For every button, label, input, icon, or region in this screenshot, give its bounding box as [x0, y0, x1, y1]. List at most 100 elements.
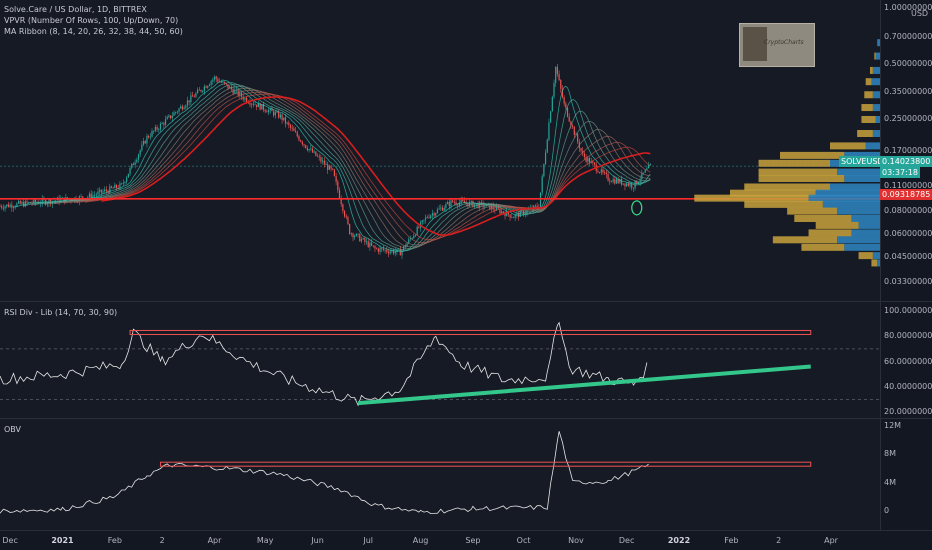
vpvr-bar-down: [780, 151, 845, 159]
ma-ribbon-legend[interactable]: MA Ribbon (8, 14, 20, 26, 32, 38, 44, 50…: [4, 26, 183, 37]
candle-body: [333, 169, 336, 177]
vpvr-bar-down: [694, 194, 809, 202]
chart-canvas[interactable]: [0, 0, 932, 550]
candle-body: [148, 136, 150, 138]
candle-body: [399, 248, 401, 256]
candle-body: [171, 115, 173, 119]
candle-body: [577, 134, 579, 142]
candle-body: [501, 211, 503, 214]
candle-body: [602, 169, 604, 173]
candle-body: [180, 106, 182, 109]
candle-body: [276, 111, 278, 113]
candle-body: [104, 189, 106, 192]
symbol-title[interactable]: Solve.Care / US Dollar, 1D, BITTREX: [4, 4, 183, 15]
candle-body: [288, 122, 290, 125]
candle-body: [197, 89, 199, 94]
vpvr-bar-up: [837, 207, 880, 215]
candle-body: [622, 183, 624, 185]
candle-body: [134, 162, 136, 165]
candle-body: [624, 183, 626, 187]
candle-body: [286, 122, 288, 124]
candle-body: [132, 163, 135, 165]
candle-body: [149, 136, 151, 138]
ma-ribbon-line-60: [101, 96, 651, 236]
time-axis-tick: May: [256, 536, 274, 545]
candle-body: [350, 233, 352, 235]
candle-body: [254, 104, 256, 106]
candle-body: [550, 111, 552, 123]
candle-body: [198, 89, 200, 91]
candle-body: [605, 172, 607, 175]
candle-body: [354, 236, 356, 238]
candle-body: [1, 206, 3, 208]
vpvr-bar-down: [874, 52, 876, 60]
candle-body: [327, 164, 329, 170]
candle-body: [161, 123, 163, 124]
rsi-resistance-line: [129, 329, 812, 335]
candle-body: [202, 91, 204, 92]
price-axis-tick: 0.06000000: [884, 229, 932, 239]
price-axis-tick: 0.25000000: [884, 114, 932, 124]
vpvr-bar-down: [758, 159, 830, 167]
candle-body: [448, 202, 450, 207]
rsi-axis-tick: 40.00000000: [884, 381, 932, 391]
candle-body: [124, 181, 126, 183]
candle-body: [370, 242, 373, 246]
time-axis-tick: Nov: [568, 536, 584, 545]
rsi-axis-tick: 80.00000000: [884, 331, 932, 341]
candle-body: [544, 152, 547, 164]
ma-ribbon-line-14: [23, 82, 651, 252]
candle-body: [359, 234, 361, 242]
candle-body: [384, 249, 386, 251]
bar-countdown-badge: 03:37:18: [880, 167, 920, 178]
candle-body: [186, 100, 189, 106]
candle-body: [142, 141, 145, 145]
candle-body: [300, 140, 302, 142]
price-axis-tick: 0.04500000: [884, 252, 932, 262]
obv-legend[interactable]: OBV: [4, 424, 21, 435]
rsi-trendline: [357, 364, 811, 406]
time-axis-tick: Aug: [412, 536, 429, 545]
candle-body: [7, 204, 10, 208]
candle-body: [610, 181, 613, 183]
candle-body: [273, 111, 275, 116]
vpvr-bar-down: [865, 78, 872, 86]
candle-body: [169, 115, 172, 119]
candle-body: [293, 128, 295, 131]
candle-body: [431, 213, 433, 216]
candle-body: [2, 207, 4, 209]
candle-body: [19, 201, 21, 204]
candle-body: [306, 148, 309, 151]
candle-body: [631, 183, 633, 188]
candle-body: [445, 204, 447, 209]
candle-body: [328, 165, 330, 170]
candle-body: [355, 233, 357, 237]
candle-body: [460, 199, 462, 203]
candle-body: [129, 167, 131, 174]
candle-body: [322, 160, 324, 162]
vpvr-legend[interactable]: VPVR (Number Of Rows, 100, Up/Down, 70): [4, 15, 183, 26]
vpvr-bar-up: [851, 214, 880, 222]
candle-body: [195, 93, 197, 97]
rsi-legend[interactable]: RSI Div - Lib (14, 70, 30, 90): [4, 307, 117, 318]
obv-line: [0, 431, 649, 515]
candle-body: [457, 204, 459, 206]
candle-body: [95, 194, 97, 196]
candle-body: [365, 241, 368, 243]
time-axis-tick: 2: [776, 536, 782, 545]
vpvr-bar-down: [744, 200, 823, 208]
candle-body: [394, 251, 396, 254]
candle-body: [178, 108, 180, 112]
candle-body: [176, 111, 178, 113]
candle-body: [425, 217, 427, 220]
candle-body: [369, 242, 371, 247]
vpvr-bar-down: [758, 175, 845, 183]
candle-body: [345, 216, 347, 218]
candle-body: [546, 139, 548, 153]
candle-body: [190, 95, 192, 103]
candle-body: [555, 66, 557, 83]
candle-body: [156, 126, 158, 130]
candle-body: [119, 183, 121, 189]
candle-body: [208, 84, 211, 87]
time-axis-tick: 2021: [51, 536, 74, 545]
